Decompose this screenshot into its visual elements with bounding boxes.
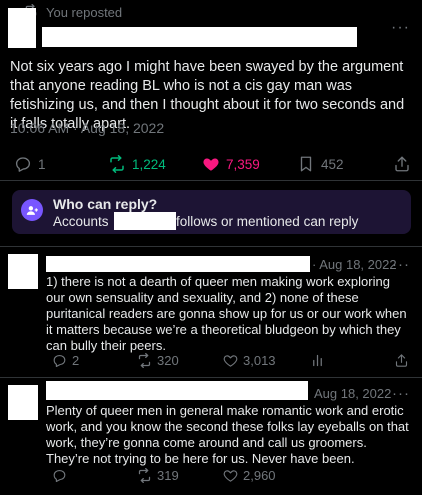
heart-icon xyxy=(223,355,238,367)
more-options-button[interactable]: ··· xyxy=(391,19,410,37)
like-button[interactable]: 3,013 xyxy=(223,353,276,368)
repost-header: You reposted xyxy=(24,3,123,21)
like-button[interactable]: 2,960 xyxy=(223,468,276,483)
share-button[interactable] xyxy=(393,155,411,173)
author-name[interactable] xyxy=(42,27,357,47)
reply-date[interactable]: · Aug 18, 2022 xyxy=(312,257,397,272)
repost-label: You reposted xyxy=(46,5,123,20)
bookmark-icon xyxy=(300,156,312,172)
reply-restriction-prefix: Accounts xyxy=(53,214,109,229)
reply-avatar[interactable] xyxy=(8,385,38,420)
heart-icon xyxy=(223,470,238,482)
redacted-username xyxy=(114,212,176,230)
reply-icon xyxy=(53,469,66,482)
like-button[interactable]: 7,359 xyxy=(202,155,260,173)
reply-date[interactable]: Aug 18, 2022 xyxy=(314,386,391,401)
reply-author-name[interactable] xyxy=(46,256,310,272)
repost-button[interactable]: 320 xyxy=(137,353,179,368)
repost-icon xyxy=(138,353,151,368)
reply-restriction-suffix: follows or mentioned can reply xyxy=(176,214,359,229)
like-count: 7,359 xyxy=(226,156,260,172)
reply-icon xyxy=(53,354,66,367)
reply-text: 1) there is not a dearth of queer men ma… xyxy=(46,274,407,353)
like-count: 2,960 xyxy=(243,468,276,483)
views-button[interactable] xyxy=(310,353,325,368)
analytics-icon xyxy=(313,354,322,367)
people-icon xyxy=(21,199,43,221)
heart-icon xyxy=(203,158,219,171)
repost-count: 1,224 xyxy=(132,156,166,172)
share-icon xyxy=(395,354,408,367)
repost-icon xyxy=(138,468,151,483)
share-button[interactable] xyxy=(394,353,409,368)
reply-avatar[interactable] xyxy=(8,254,38,289)
reply-count: 1 xyxy=(38,156,46,172)
bookmark-count: 452 xyxy=(321,156,344,172)
repost-count: 319 xyxy=(157,468,179,483)
repost-button[interactable]: 319 xyxy=(137,468,179,483)
reply-icon xyxy=(15,157,31,172)
divider xyxy=(0,377,422,378)
reply-text: Plenty of queer men in general make roma… xyxy=(46,403,409,466)
more-options-button[interactable]: ··· xyxy=(392,256,410,273)
repost-icon xyxy=(110,155,124,173)
tweet-timestamp[interactable]: 10:06 AM · Aug 18, 2022 xyxy=(10,120,164,136)
reply-author-name[interactable] xyxy=(46,381,308,400)
like-count: 3,013 xyxy=(243,353,276,368)
divider xyxy=(0,180,422,181)
repost-count: 320 xyxy=(157,353,179,368)
reply-button[interactable]: 1 xyxy=(14,155,46,173)
divider xyxy=(0,246,422,247)
reply-button[interactable]: 2 xyxy=(52,353,79,368)
avatar[interactable] xyxy=(8,8,36,48)
tweet-actions: 1 1,224 7,359 452 xyxy=(0,155,422,177)
reply-button[interactable] xyxy=(52,468,67,483)
bookmark-button[interactable]: 452 xyxy=(297,155,344,173)
share-icon xyxy=(395,156,409,172)
reply-restriction-title: Who can reply? xyxy=(53,196,158,212)
more-options-button[interactable]: ··· xyxy=(392,385,410,402)
reply-count: 2 xyxy=(72,353,80,368)
repost-button[interactable]: 1,224 xyxy=(108,155,166,173)
